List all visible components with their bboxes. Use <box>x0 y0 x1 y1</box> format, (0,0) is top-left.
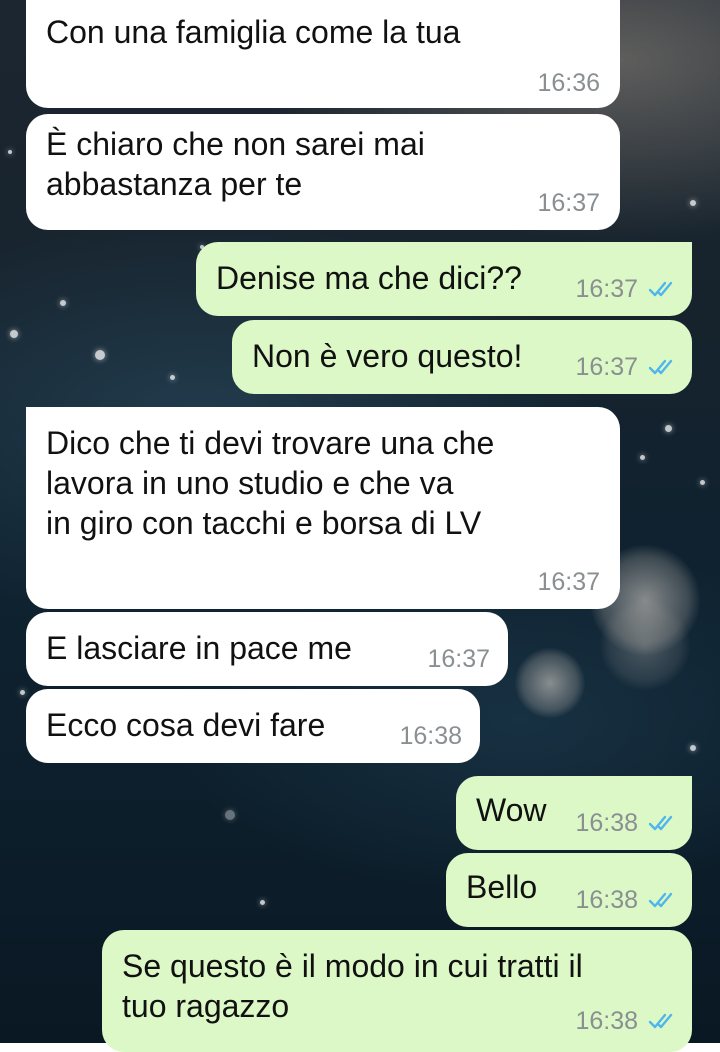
message-text: Ecco cosa devi fare <box>46 707 326 743</box>
message-bubble-outgoing[interactable]: Denise ma che dici?? 16:37 <box>196 242 692 316</box>
message-timestamp: 16:37 <box>575 275 638 303</box>
message-timestamp: 16:37 <box>537 568 600 596</box>
message-bubble-incoming[interactable]: Ecco cosa devi fare 16:38 <box>26 689 480 763</box>
wallpaper-sparkle <box>95 350 105 360</box>
message-timestamp: 16:38 <box>575 809 638 837</box>
double-check-icon <box>648 281 673 297</box>
message-bubble-outgoing[interactable]: Wow 16:38 <box>456 776 692 850</box>
double-check-icon <box>648 359 673 375</box>
wallpaper-sparkle <box>640 455 645 460</box>
wallpaper-sparkle <box>690 745 696 751</box>
message-bubble-outgoing[interactable]: Se questo è il modo in cui tratti il tuo… <box>102 930 692 1052</box>
message-timestamp: 16:36 <box>537 69 600 97</box>
message-text: Wow <box>476 792 547 828</box>
wallpaper-sparkle <box>170 375 175 380</box>
message-text: Bello <box>466 869 538 905</box>
wallpaper-sparkle <box>20 690 25 695</box>
message-bubble-incoming[interactable]: E lasciare in pace me 16:37 <box>26 612 508 686</box>
message-text: Dico che ti devi trovare una che lavora … <box>46 425 495 541</box>
message-timestamp: 16:38 <box>575 1007 638 1035</box>
wallpaper-sparkle <box>60 300 66 306</box>
double-check-icon <box>648 1013 673 1029</box>
message-bubble-incoming[interactable]: È chiaro che non sarei mai abbastanza pe… <box>26 114 620 230</box>
wallpaper-sparkle <box>10 330 18 338</box>
message-bubble-outgoing[interactable]: Bello 16:38 <box>446 853 692 927</box>
message-text: È chiaro che non sarei mai abbastanza pe… <box>46 126 425 202</box>
double-check-icon <box>648 892 673 908</box>
wallpaper-sparkle <box>260 900 265 905</box>
message-timestamp: 16:37 <box>427 645 490 673</box>
message-bubble-outgoing[interactable]: Non è vero questo! 16:37 <box>232 320 692 394</box>
message-timestamp: 16:37 <box>537 189 600 217</box>
wallpaper-sparkle <box>700 480 705 485</box>
wallpaper-light-orb <box>515 648 585 718</box>
wallpaper-sparkle <box>225 810 235 820</box>
message-timestamp: 16:37 <box>575 353 638 381</box>
message-bubble-incoming[interactable]: Con una famiglia come la tua 16:36 <box>26 0 620 108</box>
message-text: Con una famiglia come la tua <box>46 14 461 50</box>
message-timestamp: 16:38 <box>575 886 638 914</box>
message-text: E lasciare in pace me <box>46 630 352 666</box>
wallpaper-light-orb <box>600 600 690 690</box>
wallpaper-sparkle <box>8 150 12 154</box>
message-timestamp: 16:38 <box>399 722 462 750</box>
double-check-icon <box>648 815 673 831</box>
message-bubble-incoming[interactable]: Dico che ti devi trovare una che lavora … <box>26 407 620 609</box>
wallpaper-sparkle <box>690 200 696 206</box>
wallpaper-sparkle <box>665 425 672 432</box>
